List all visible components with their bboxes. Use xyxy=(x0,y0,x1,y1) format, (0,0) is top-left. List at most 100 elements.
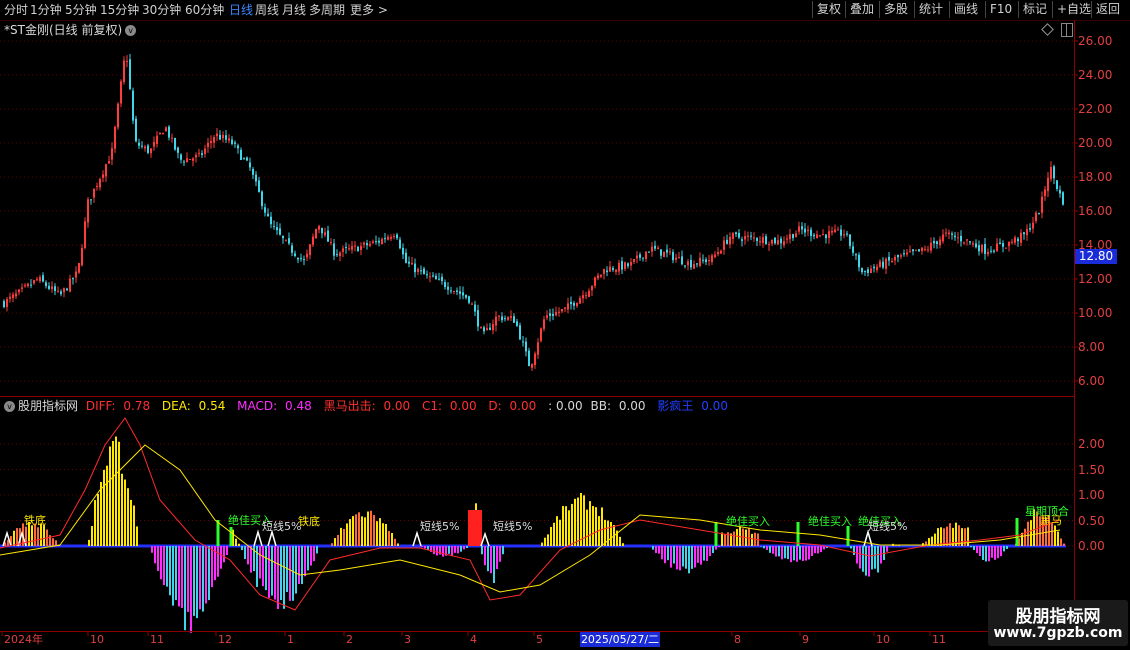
candle-body xyxy=(873,266,875,269)
candle-body xyxy=(561,308,563,312)
macd-histogram-bar xyxy=(574,498,576,546)
candle-body xyxy=(171,137,173,139)
macd-histogram-bar xyxy=(787,546,789,560)
candle-body xyxy=(717,252,719,255)
candle-body xyxy=(570,301,572,305)
signal-label: 绝佳买入 xyxy=(726,515,770,528)
macd-histogram-bar xyxy=(352,516,354,546)
candle-body xyxy=(1059,189,1061,194)
macd-histogram-bar xyxy=(316,546,318,554)
price-tick-label: 12.00 xyxy=(1078,272,1113,286)
candle-body xyxy=(306,253,308,258)
macd-histogram-bar xyxy=(748,527,750,546)
time-tick-label: 1 xyxy=(287,633,294,646)
time-tick-label: 2024年 xyxy=(4,633,43,646)
candle-body xyxy=(150,148,152,154)
macd-histogram-bar xyxy=(667,546,669,561)
macd-histogram-bar xyxy=(88,539,90,546)
indicator-menu-icon[interactable]: v xyxy=(4,401,15,412)
candle-body xyxy=(36,279,38,281)
candle-body xyxy=(258,180,260,193)
candle-body xyxy=(90,199,92,201)
candle-body xyxy=(339,252,341,256)
candle-body xyxy=(729,236,731,245)
macd-histogram-bar xyxy=(937,528,939,546)
candle-body xyxy=(624,262,626,269)
candle-body xyxy=(489,327,491,330)
candle-body xyxy=(831,230,833,233)
macd-histogram-bar xyxy=(337,534,339,546)
macd-histogram-bar xyxy=(862,546,864,572)
candle-body xyxy=(1023,232,1025,235)
candle-body xyxy=(756,237,758,241)
macd-histogram-bar xyxy=(133,505,135,546)
candle-body xyxy=(105,164,107,177)
macd-histogram-bar xyxy=(751,533,753,546)
candle-body xyxy=(738,232,740,238)
macd-histogram-bar xyxy=(241,546,243,551)
macd-histogram-bar xyxy=(388,530,390,546)
macd-histogram-bar xyxy=(682,546,684,567)
candle-body xyxy=(432,275,434,277)
candle-body xyxy=(51,286,53,290)
price-tick-label: 18.00 xyxy=(1078,170,1113,184)
candle-body xyxy=(342,248,344,252)
candle-body xyxy=(204,148,206,155)
macd-histogram-bar xyxy=(298,546,300,585)
candle-body xyxy=(291,245,293,253)
candle-body xyxy=(1002,243,1004,247)
macd-histogram-bar xyxy=(499,546,501,562)
candle-body xyxy=(273,225,275,227)
macd-histogram-bar xyxy=(871,546,873,570)
chart-canvas[interactable] xyxy=(0,0,1130,650)
candle-body xyxy=(42,275,44,282)
macd-histogram-bar xyxy=(205,546,207,604)
macd-histogram-bar xyxy=(124,479,126,546)
candle-body xyxy=(885,258,887,269)
candle-body xyxy=(27,283,29,287)
panel-divider[interactable] xyxy=(0,396,1075,397)
macd-histogram-bar xyxy=(706,546,708,561)
candle-body xyxy=(1029,228,1031,230)
candle-body xyxy=(108,161,110,164)
candle-body xyxy=(348,248,350,250)
candle-body xyxy=(531,363,533,368)
candle-body xyxy=(792,234,794,239)
candle-body xyxy=(870,268,872,274)
candle-body xyxy=(66,288,68,291)
bb-label: BB: xyxy=(590,399,612,413)
macd-histogram-bar xyxy=(208,546,210,601)
macd-histogram-bar xyxy=(610,522,612,546)
macd-histogram-bar xyxy=(268,546,270,598)
price-tick-label: 16.00 xyxy=(1078,204,1113,218)
candle-body xyxy=(693,264,695,269)
candle-body xyxy=(564,307,566,309)
macd-histogram-bar xyxy=(694,546,696,568)
candle-body xyxy=(186,158,188,163)
candle-body xyxy=(267,213,269,217)
macd-histogram-bar xyxy=(340,527,342,546)
candle-body xyxy=(351,246,353,250)
candle-body xyxy=(396,234,398,239)
macd-histogram-bar xyxy=(970,546,972,548)
candle-body xyxy=(852,246,854,253)
candle-body xyxy=(765,236,767,244)
macd-histogram-bar xyxy=(436,546,438,556)
indicator-name[interactable]: 股朋指标网 xyxy=(18,399,78,413)
candle-body xyxy=(735,232,737,234)
candle-body xyxy=(897,254,899,258)
macd-histogram-bar xyxy=(997,546,999,559)
fk-label: 影疯王 xyxy=(657,399,694,413)
macd-histogram-bar xyxy=(496,546,498,569)
macd-histogram-bar xyxy=(391,532,393,546)
macd-histogram-bar xyxy=(166,546,168,587)
candle-body xyxy=(33,280,35,284)
candle-body xyxy=(60,291,62,294)
candle-body xyxy=(708,259,710,261)
candle-body xyxy=(510,316,512,318)
macd-histogram-bar xyxy=(655,546,657,554)
candle-body xyxy=(18,289,20,293)
time-tick-label: 12 xyxy=(218,633,232,646)
candle-body xyxy=(303,259,305,261)
candle-body xyxy=(336,254,338,256)
